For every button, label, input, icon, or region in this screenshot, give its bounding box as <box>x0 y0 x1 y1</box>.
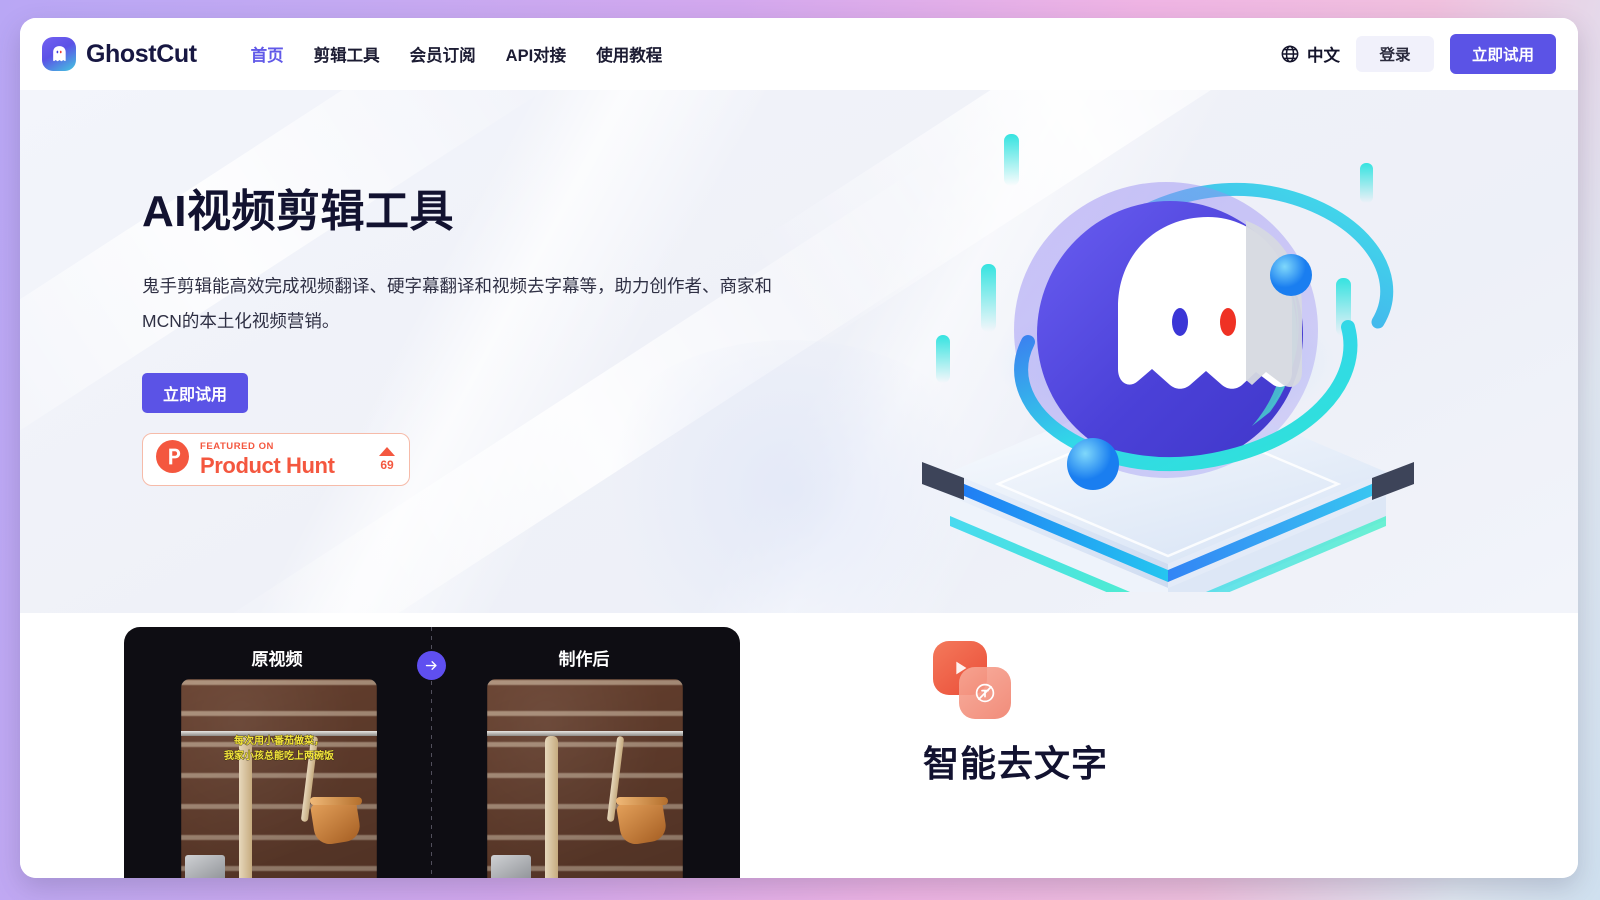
product-hunt-badge[interactable]: FEATURED ON Product Hunt 69 <box>142 432 410 486</box>
nav-item-api[interactable]: API对接 <box>506 42 567 66</box>
burned-in-subtitle: 每次用小番茄做菜， 我家小孩总能吃上两碗饭 <box>181 735 377 764</box>
product-hunt-vote-count: 69 <box>380 458 394 473</box>
original-video-thumbnail[interactable]: 每次用小番茄做菜， 我家小孩总能吃上两碗饭 <box>181 679 377 878</box>
product-hunt-name: Product Hunt <box>200 452 335 478</box>
nav-item-home[interactable]: 首页 <box>251 42 284 66</box>
product-hunt-icon <box>156 440 189 478</box>
subtitle-line-1: 每次用小番茄做菜， <box>234 736 325 748</box>
thumbnail-pan <box>185 855 225 878</box>
features-section: 原视频 制作后 每次用小番茄做菜， 我家小孩总能吃上两碗饭 智能去文字 <box>20 613 1578 878</box>
thumbnail-tone <box>487 679 683 878</box>
login-button[interactable]: 登录 <box>1356 36 1434 72</box>
page-shell: GhostCut 首页 剪辑工具 会员订阅 API对接 使用教程 中文 登录 立… <box>20 18 1578 878</box>
globe-icon <box>1280 44 1300 64</box>
arrow-right-icon[interactable] <box>417 651 446 680</box>
language-switcher[interactable]: 中文 <box>1280 42 1340 66</box>
thumbnail-pot-lid <box>616 797 668 805</box>
thumbnail-pan <box>491 855 531 878</box>
hero-section: AI视频剪辑工具 鬼手剪辑能高效完成视频翻译、硬字幕翻译和视频去字幕等，助力创作… <box>20 90 1578 613</box>
brand-name: GhostCut <box>86 39 197 68</box>
feature-title: 智能去文字 <box>923 743 1109 784</box>
thumbnail-tone <box>181 679 377 878</box>
hero-title: AI视频剪辑工具 <box>142 187 454 236</box>
hero-copy: AI视频剪辑工具 鬼手剪辑能高效完成视频翻译、硬字幕翻译和视频去字幕等，助力创作… <box>142 186 822 486</box>
no-text-icon <box>959 667 1011 719</box>
nav-item-tutorial[interactable]: 使用教程 <box>596 42 662 66</box>
ghost-logo-icon <box>42 37 76 71</box>
thumbnail-rail <box>487 731 683 736</box>
hero-try-now-button[interactable]: 立即试用 <box>142 372 248 413</box>
site-header: GhostCut 首页 剪辑工具 会员订阅 API对接 使用教程 中文 登录 立… <box>20 18 1578 90</box>
thumbnail-pot-lid <box>310 797 362 805</box>
subtitle-line-2: 我家小孩总能吃上两碗饭 <box>224 750 335 762</box>
brand-logo[interactable]: GhostCut <box>42 37 197 71</box>
comparison-right-title: 制作后 <box>558 650 610 669</box>
feature-icon-group <box>923 641 1011 719</box>
nav-item-tools[interactable]: 剪辑工具 <box>314 42 380 66</box>
product-hunt-labels: FEATURED ON Product Hunt <box>200 442 335 477</box>
thumbnail-utensil <box>545 736 558 878</box>
main-nav: 首页 剪辑工具 会员订阅 API对接 使用教程 <box>251 42 663 66</box>
nav-item-membership[interactable]: 会员订阅 <box>410 42 476 66</box>
language-label: 中文 <box>1307 47 1340 65</box>
header-actions: 中文 登录 立即试用 <box>1280 34 1556 74</box>
ghost-planet-illustration <box>908 112 1428 613</box>
feature-text-remove: 智能去文字 <box>923 641 1443 787</box>
product-hunt-votes: 69 <box>379 447 395 471</box>
comparison-left-title: 原视频 <box>251 650 303 669</box>
triangle-up-icon <box>379 447 395 457</box>
video-comparison-card: 原视频 制作后 每次用小番茄做菜， 我家小孩总能吃上两碗饭 <box>124 627 740 878</box>
processed-video-thumbnail[interactable] <box>487 679 683 878</box>
hero-subtitle: 鬼手剪辑能高效完成视频翻译、硬字幕翻译和视频去字幕等，助力创作者、商家和MCN的… <box>142 275 772 331</box>
product-hunt-featured-label: FEATURED ON <box>200 441 274 453</box>
header-try-now-button[interactable]: 立即试用 <box>1450 34 1556 74</box>
